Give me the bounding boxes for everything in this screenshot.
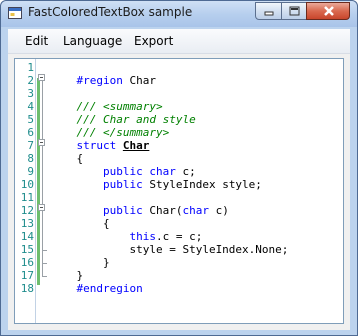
code-token: /// Char and style — [50, 113, 196, 126]
code-line: #region Char — [50, 74, 156, 87]
maximize-button[interactable] — [281, 2, 307, 20]
code-token: Char — [129, 74, 156, 87]
code-line: /// <summary> — [50, 100, 163, 113]
line-number: 15 — [20, 243, 34, 256]
code-token: StyleIndex style; — [149, 178, 262, 191]
code-token: /// </summary> — [50, 126, 170, 139]
maximize-icon — [289, 6, 300, 16]
minimize-icon — [264, 11, 274, 16]
line-number: 10 — [20, 178, 34, 191]
fold-end-region — [42, 276, 47, 277]
minimize-button[interactable] — [255, 2, 282, 20]
code-line: /// Char and style — [50, 113, 196, 126]
menu-edit[interactable]: Edit — [25, 34, 48, 48]
code-token: { — [50, 152, 84, 165]
code-line: /// </summary> — [50, 126, 169, 139]
code-line: } — [50, 256, 110, 269]
code-line: public char c; — [50, 165, 196, 178]
code-line: { — [50, 152, 83, 165]
code-line: } — [50, 269, 83, 282]
line-number-gutter: 1 2 3 4 5 6 7 8 9 10 11 12 13 14 15 16 17 18 — [15, 59, 35, 323]
code-line: #endregion — [50, 282, 143, 295]
code-token: } — [50, 256, 110, 269]
code-line: public Char(char c) — [50, 204, 229, 217]
line-number: 18 — [20, 282, 34, 295]
code-line: public StyleIndex style; — [50, 178, 262, 191]
title-bar[interactable]: FastColoredTextBox sample — [1, 1, 357, 27]
line-number: 7 — [27, 139, 34, 152]
code-token: char — [149, 165, 183, 178]
line-number: 17 — [20, 269, 34, 282]
code-token: style = StyleIndex.None; — [50, 243, 289, 256]
app-window: FastColoredTextBox sample Edit Language … — [0, 0, 358, 336]
line-number: 14 — [20, 230, 34, 243]
code-line: struct Char — [50, 139, 149, 152]
code-token: /// <summary> — [50, 100, 163, 113]
line-number: 2 — [27, 74, 34, 87]
line-number: 3 — [27, 87, 34, 100]
fold-toggle-method[interactable] — [38, 204, 45, 211]
code-line: { — [50, 217, 110, 230]
code-token: struct — [50, 139, 123, 152]
code-token: } — [50, 269, 84, 282]
fold-end-struct — [42, 263, 47, 264]
code-token: c; — [182, 165, 196, 178]
code-token: this — [129, 230, 156, 243]
line-number: 9 — [27, 165, 34, 178]
app-icon — [8, 7, 22, 19]
client-area: Edit Language Export 1 2 3 4 5 6 7 8 9 10 11 12 13 14… — [8, 29, 350, 330]
line-number: 6 — [27, 126, 34, 139]
fold-guide-region — [42, 81, 43, 276]
menu-bar: Edit Language Export — [8, 29, 350, 54]
line-number: 16 — [20, 256, 34, 269]
window-title: FastColoredTextBox sample — [28, 5, 193, 19]
code-token: c) — [215, 204, 229, 217]
code-token: public — [102, 204, 150, 217]
line-number: 4 — [27, 100, 34, 113]
code-token: .c = c; — [155, 230, 203, 243]
code-editor[interactable]: 1 2 3 4 5 6 7 8 9 10 11 12 13 14 15 16 17 18 #region Char… — [14, 58, 344, 324]
code-token: public — [102, 178, 150, 191]
changed-lines-marker — [37, 78, 40, 285]
code-token: { — [50, 217, 110, 230]
fold-end-method — [42, 250, 47, 251]
fold-toggle-region[interactable] — [38, 74, 45, 81]
line-number: 13 — [20, 217, 34, 230]
code-line: style = StyleIndex.None; — [50, 243, 288, 256]
menu-export[interactable]: Export — [134, 34, 173, 48]
line-number: 11 — [20, 191, 34, 204]
code-token: #endregion — [50, 282, 143, 295]
line-number: 12 — [20, 204, 34, 217]
menu-language[interactable]: Language — [63, 34, 122, 48]
code-token: char — [182, 204, 216, 217]
line-number: 5 — [27, 113, 34, 126]
code-line: this.c = c; — [50, 230, 202, 243]
code-token: Char — [122, 139, 150, 152]
fold-toggle-struct[interactable] — [38, 139, 45, 146]
gutter-separator — [35, 59, 36, 323]
close-button[interactable] — [306, 2, 350, 20]
code-token: #region — [50, 74, 130, 87]
code-token: public — [102, 165, 150, 178]
line-number: 1 — [27, 61, 34, 74]
code-token: Char( — [149, 204, 183, 217]
line-number: 8 — [27, 152, 34, 165]
close-icon — [324, 6, 334, 16]
